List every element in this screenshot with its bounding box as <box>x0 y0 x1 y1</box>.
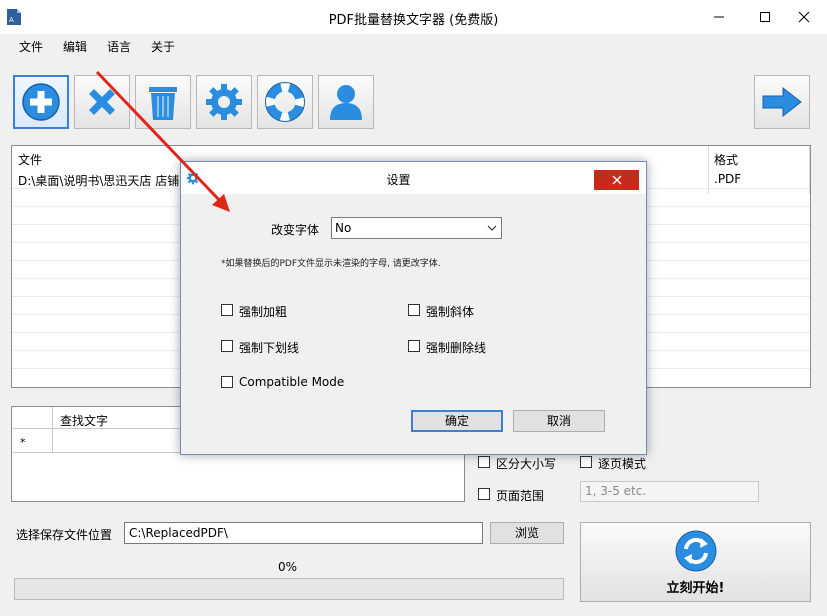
ok-button[interactable]: 确定 <box>411 410 503 432</box>
save-location-label: 选择保存文件位置 <box>16 528 113 542</box>
menu-file[interactable]: 文件 <box>19 38 43 55</box>
font-label: 改变字体 <box>271 223 320 237</box>
start-button-label: 立刻开始! <box>666 581 725 596</box>
refresh-icon <box>675 530 717 572</box>
font-select[interactable]: No <box>331 217 502 239</box>
x-icon <box>89 89 115 115</box>
maximize-icon <box>760 12 770 22</box>
force-underline-label: 强制下划线 <box>239 341 300 355</box>
next-button[interactable] <box>754 75 810 129</box>
file-format-cell: .PDF <box>714 172 742 186</box>
trash-icon <box>149 87 177 120</box>
force-underline-checkbox[interactable] <box>221 340 233 352</box>
user-button[interactable] <box>318 75 374 129</box>
page-range-input[interactable]: 1, 3-5 etc. <box>580 481 759 502</box>
menu-language[interactable]: 语言 <box>107 38 131 55</box>
case-sensitive-checkbox[interactable] <box>478 456 490 468</box>
remove-file-button[interactable] <box>74 75 130 129</box>
compatible-mode-checkbox[interactable] <box>221 376 233 388</box>
close-icon <box>798 11 810 23</box>
case-sensitive-label: 区分大小写 <box>496 457 557 471</box>
column-divider <box>52 407 53 452</box>
force-strikethrough-checkbox[interactable] <box>408 340 420 352</box>
plus-icon <box>22 83 60 121</box>
font-select-value: No <box>335 221 352 235</box>
dialog-title-bar: 设置 <box>181 162 646 194</box>
force-strikethrough-label: 强制删除线 <box>426 341 487 355</box>
close-icon <box>612 175 621 185</box>
settings-button[interactable] <box>196 75 252 129</box>
close-button[interactable] <box>781 0 827 34</box>
format-column-header[interactable]: 格式 <box>714 151 738 168</box>
minimize-icon <box>714 16 724 18</box>
font-note: *如果替换后的PDF文件显示未渲染的字母, 请更改字体. <box>221 259 441 269</box>
page-mode-label: 逐页模式 <box>598 457 647 471</box>
save-path-input[interactable]: C:\ReplacedPDF\ <box>124 522 483 544</box>
menu-about[interactable]: 关于 <box>151 38 175 55</box>
page-mode-checkbox[interactable] <box>580 456 592 468</box>
lifebuoy-icon <box>265 82 305 122</box>
title-bar: A PDF批量替换文字器 (免费版) <box>0 0 827 34</box>
chevron-down-icon <box>487 225 497 231</box>
add-file-button[interactable] <box>13 75 69 129</box>
arrow-right-icon <box>762 86 802 118</box>
start-button[interactable]: 立刻开始! <box>580 522 811 602</box>
file-column-header[interactable]: 文件 <box>18 151 42 168</box>
dialog-title: 设置 <box>386 173 411 187</box>
compatible-mode-label: Compatible Mode <box>239 375 345 389</box>
find-text-column-header[interactable]: 查找文字 <box>60 412 108 429</box>
force-italic-checkbox[interactable] <box>408 304 420 316</box>
dialog-close-button[interactable] <box>594 170 639 190</box>
gear-icon <box>206 84 242 120</box>
clear-list-button[interactable] <box>135 75 191 129</box>
page-range-checkbox[interactable] <box>478 488 490 500</box>
force-bold-label: 强制加粗 <box>239 305 288 319</box>
page-range-label: 页面范围 <box>496 489 545 503</box>
force-bold-checkbox[interactable] <box>221 304 233 316</box>
file-path-cell: D:\桌面\说明书\思迅天店 店铺 <box>18 174 180 188</box>
user-icon <box>330 85 362 120</box>
progress-bar <box>14 578 564 600</box>
progress-percent: 0% <box>278 560 298 574</box>
force-italic-label: 强制斜体 <box>426 305 475 319</box>
menu-edit[interactable]: 编辑 <box>63 38 87 55</box>
minimize-button[interactable] <box>696 0 742 34</box>
new-row-marker: * <box>20 436 26 449</box>
menu-bar: 文件 编辑 语言 关于 <box>0 34 827 58</box>
browse-button[interactable]: 浏览 <box>490 522 564 544</box>
settings-dialog: 设置 改变字体 No *如果替换后的PDF文件显示未渲染的字母, 请更改字体. … <box>180 161 647 455</box>
cancel-button[interactable]: 取消 <box>513 410 605 432</box>
help-button[interactable] <box>257 75 313 129</box>
